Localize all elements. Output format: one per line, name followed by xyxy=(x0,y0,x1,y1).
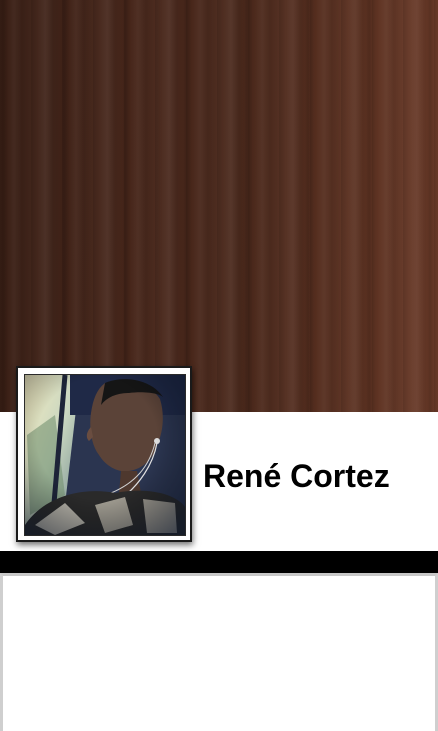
portrait-illustration xyxy=(25,375,185,535)
cover-photo xyxy=(0,0,438,412)
content-panel xyxy=(0,573,438,731)
section-divider xyxy=(0,551,438,573)
avatar[interactable] xyxy=(16,366,192,542)
profile-photo-image xyxy=(24,374,186,536)
profile-name: René Cortez xyxy=(203,458,390,494)
